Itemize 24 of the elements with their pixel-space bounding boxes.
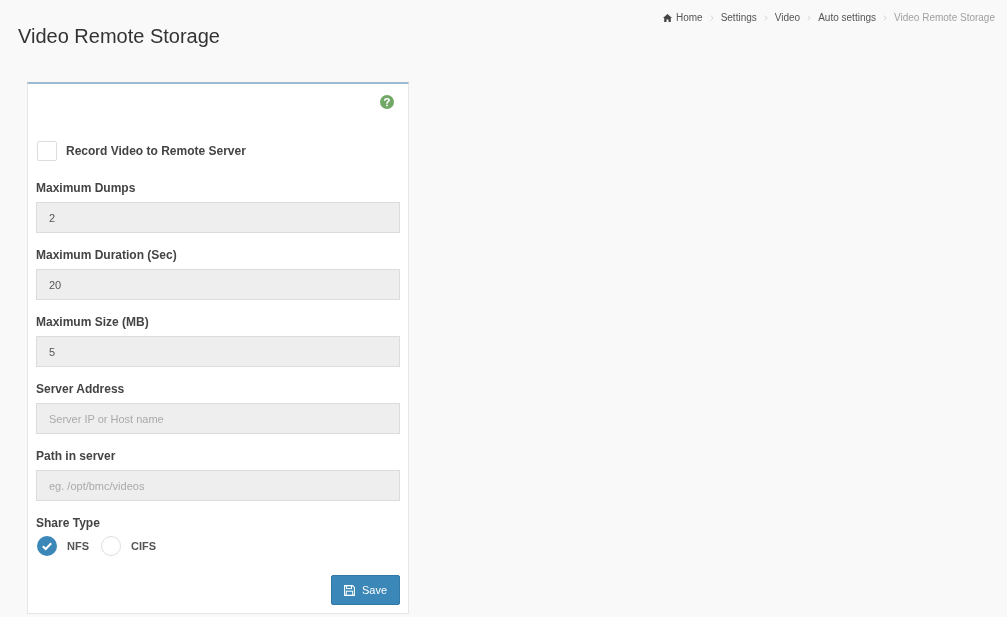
breadcrumb-current: Video Remote Storage bbox=[894, 11, 995, 25]
radio-label: CIFS bbox=[131, 539, 157, 553]
chevron-icon bbox=[709, 15, 714, 21]
breadcrumb-link[interactable]: Home bbox=[675, 11, 703, 25]
radio-button[interactable] bbox=[101, 536, 121, 556]
checkbox[interactable] bbox=[37, 141, 57, 161]
help-icon[interactable] bbox=[380, 95, 394, 109]
radio-label: NFS bbox=[67, 539, 89, 553]
checkbox-label: Record Video to Remote Server bbox=[66, 143, 246, 160]
save-button[interactable]: Save bbox=[331, 575, 400, 605]
field-label: Server Address bbox=[36, 381, 125, 398]
field-label: Maximum Dumps bbox=[36, 180, 136, 197]
breadcrumb-link[interactable]: Auto settings bbox=[818, 11, 876, 25]
field-label: Maximum Size (MB) bbox=[36, 314, 149, 331]
chevron-icon bbox=[807, 15, 812, 21]
breadcrumb-link[interactable]: Settings bbox=[720, 11, 757, 25]
field-label: Path in server bbox=[36, 448, 116, 465]
breadcrumb-link[interactable]: Video bbox=[774, 11, 801, 25]
field-label: Maximum Duration (Sec) bbox=[36, 247, 177, 264]
field-label: Share Type bbox=[36, 515, 100, 532]
home-icon bbox=[662, 14, 672, 22]
radio-button[interactable] bbox=[37, 536, 57, 556]
chevron-icon bbox=[763, 15, 768, 21]
page-title: Video Remote Storage bbox=[18, 24, 220, 48]
